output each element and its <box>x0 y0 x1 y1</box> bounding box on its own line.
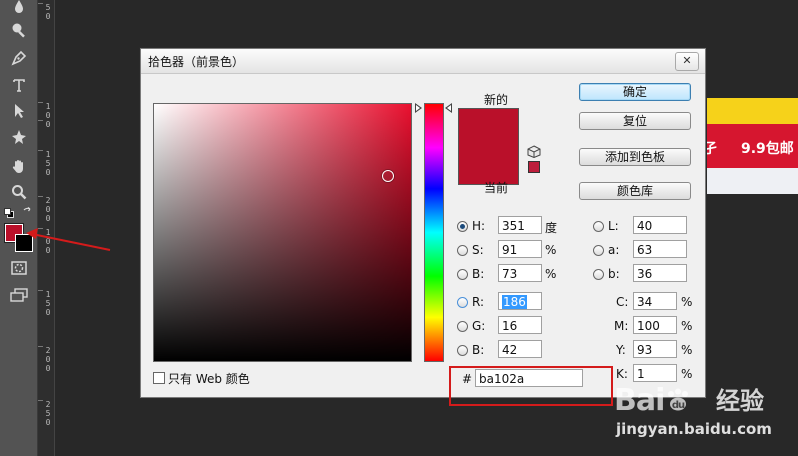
dialog-title: 拾色器（前景色） <box>148 55 245 69</box>
brightness-input[interactable]: 73 <box>498 264 542 282</box>
lab-l-input[interactable]: 40 <box>633 216 687 234</box>
blur-tool-icon[interactable] <box>8 0 30 16</box>
color-libraries-button[interactable]: 颜色库 <box>579 182 691 200</box>
dialog-titlebar[interactable]: 拾色器（前景色） ✕ <box>141 49 705 74</box>
web-only-label: 只有 Web 颜色 <box>168 372 250 386</box>
brightness-radio[interactable] <box>457 269 468 280</box>
color-picker-dialog: 拾色器（前景色） ✕ 新的 当前 确定 复位 添加到色板 颜色库 H: 351 … <box>140 48 706 406</box>
watermark-url: jingyan.baidu.com <box>616 420 772 438</box>
blue-input[interactable]: 42 <box>498 340 542 358</box>
tools-panel <box>0 0 38 456</box>
hand-tool-icon[interactable] <box>8 156 30 176</box>
watermark-brand-cn: 经验 <box>716 387 764 415</box>
hue-radio[interactable] <box>457 221 468 232</box>
path-selection-tool-icon[interactable] <box>8 101 30 121</box>
hue-input[interactable]: 351 <box>498 216 542 234</box>
green-input[interactable]: 16 <box>498 316 542 334</box>
color-picker-cursor[interactable] <box>382 170 394 182</box>
web-only-checkbox[interactable] <box>153 372 165 384</box>
swap-colors-icon[interactable] <box>22 206 33 217</box>
ok-button[interactable]: 确定 <box>579 83 691 101</box>
zoom-tool-icon[interactable] <box>8 182 30 202</box>
custom-shape-tool-icon[interactable] <box>8 127 30 147</box>
lab-b-input[interactable]: 36 <box>633 264 687 282</box>
lab-a-radio[interactable] <box>593 245 604 256</box>
canvas-banner: 孑 9.9包邮 <box>703 98 798 194</box>
lab-a-input[interactable]: 63 <box>633 240 687 258</box>
reset-button[interactable]: 复位 <box>579 112 691 130</box>
baidu-jingyan-watermark: Bai du 经验 jingyan.baidu.com <box>612 384 798 456</box>
websafe-color-swatch[interactable] <box>528 161 540 173</box>
hex-highlight-box <box>449 366 613 406</box>
red-radio[interactable] <box>457 297 468 308</box>
hue-slider[interactable] <box>424 103 444 362</box>
baidu-paw-icon: du <box>664 386 692 411</box>
saturation-input[interactable]: 91 <box>498 240 542 258</box>
yellow-input[interactable]: 93 <box>633 340 677 358</box>
vertical-ruler: 5 0 1 0 0 1 5 0 2 0 0 1 0 0 1 5 0 2 0 0 … <box>38 0 55 456</box>
screen-mode-icon[interactable] <box>8 285 30 305</box>
hue-slider-right-arrow-icon[interactable] <box>445 103 452 113</box>
default-colors-icon[interactable] <box>4 207 14 218</box>
current-color-label: 当前 <box>483 181 508 195</box>
lab-l-radio[interactable] <box>593 221 604 232</box>
type-tool-icon[interactable] <box>8 75 30 95</box>
dodge-tool-icon[interactable] <box>8 20 30 40</box>
pen-tool-icon[interactable] <box>8 48 30 68</box>
svg-text:du: du <box>672 400 685 411</box>
background-color-swatch[interactable] <box>15 234 33 252</box>
new-color-swatch <box>458 108 519 147</box>
new-color-label: 新的 <box>483 93 508 107</box>
hue-slider-left-arrow-icon[interactable] <box>415 103 422 113</box>
saturation-brightness-field[interactable] <box>153 103 412 362</box>
magenta-input[interactable]: 100 <box>633 316 677 334</box>
close-button[interactable]: ✕ <box>675 52 699 71</box>
watermark-brand: Bai du <box>614 384 692 418</box>
banner-promo-text: 9.9包邮 <box>741 141 794 157</box>
blue-radio[interactable] <box>457 345 468 356</box>
saturation-radio[interactable] <box>457 245 468 256</box>
black-input[interactable]: 1 <box>633 364 677 382</box>
lab-b-radio[interactable] <box>593 269 604 280</box>
green-radio[interactable] <box>457 321 468 332</box>
red-input[interactable]: 186 <box>498 292 542 310</box>
out-of-gamut-cube-icon[interactable] <box>527 145 541 159</box>
quick-mask-icon[interactable] <box>8 258 30 278</box>
cyan-input[interactable]: 34 <box>633 292 677 310</box>
add-to-swatches-button[interactable]: 添加到色板 <box>579 148 691 166</box>
